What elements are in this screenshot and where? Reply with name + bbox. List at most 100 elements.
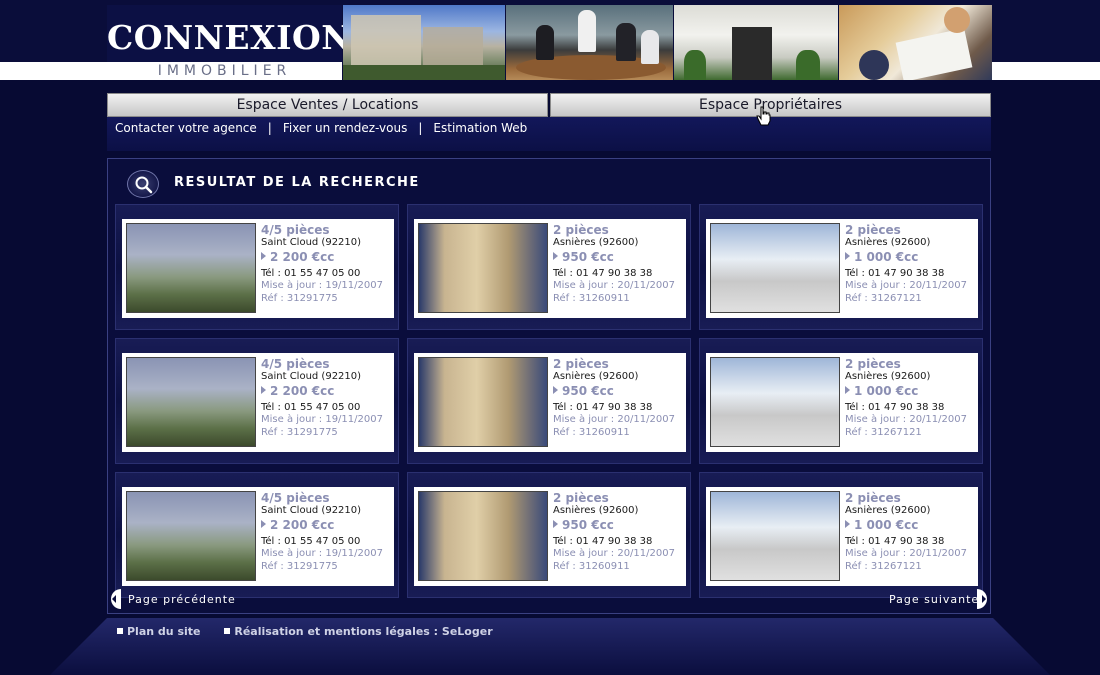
listing-city: Asnières (92600) xyxy=(845,371,931,382)
search-icon xyxy=(127,170,159,198)
listing-card[interactable]: 2 pièces Asnières (92600) 1 000 €cc Tél : 0… xyxy=(706,353,978,452)
price-arrow-icon xyxy=(845,385,850,394)
listing-price: 1 000 €cc xyxy=(845,384,975,398)
listing-card[interactable]: 2 pièces Asnières (92600) 1 000 €cc Tél : 0… xyxy=(706,487,978,586)
listing-phone: Tél : 01 55 47 05 00 xyxy=(261,535,361,547)
listing-photo[interactable] xyxy=(418,223,548,313)
listing-card[interactable]: 4/5 pièces Saint Cloud (92210) 2 200 €cc Té… xyxy=(122,353,394,452)
listing-rooms[interactable]: 4/5 pièces xyxy=(261,358,391,371)
listing-price-value: 2 200 €cc xyxy=(270,249,335,264)
price-arrow-icon xyxy=(261,251,266,260)
listing-price-value: 1 000 €cc xyxy=(854,249,919,264)
listing-phone: Tél : 01 47 90 38 38 xyxy=(845,267,945,279)
listing-card-frame: 2 pièces Asnières (92600) 1 000 €cc Tél : 0… xyxy=(699,472,983,598)
listing-city: Asnières (92600) xyxy=(553,371,639,382)
results-title: RESULTAT DE LA RECHERCHE xyxy=(174,175,420,190)
listing-photo[interactable] xyxy=(126,357,256,447)
listing-phone: Tél : 01 47 90 38 38 xyxy=(553,401,653,413)
price-arrow-icon xyxy=(553,251,558,260)
listing-price-value: 1 000 €cc xyxy=(854,383,919,398)
listing-photo[interactable] xyxy=(710,491,840,581)
listing-rooms[interactable]: 4/5 pièces xyxy=(261,492,391,505)
price-arrow-icon xyxy=(553,519,558,528)
listing-price-value: 950 €cc xyxy=(562,383,614,398)
listing-card[interactable]: 2 pièces Asnières (92600) 950 €cc Tél : 01 … xyxy=(414,219,686,318)
listing-updated: Mise à jour : 20/11/2007 xyxy=(845,280,967,291)
listing-ref: Réf : 31291775 xyxy=(261,560,338,572)
arrow-right-icon[interactable] xyxy=(977,589,991,609)
listing-updated: Mise à jour : 20/11/2007 xyxy=(845,548,967,559)
listing-price-value: 1 000 €cc xyxy=(854,517,919,532)
link-plan-du-site[interactable]: Plan du site xyxy=(127,625,201,638)
listing-updated: Mise à jour : 19/11/2007 xyxy=(261,414,383,425)
listing-details: 2 pièces Asnières (92600) 950 €cc Tél : 01 … xyxy=(553,224,683,305)
listing-details: 4/5 pièces Saint Cloud (92210) 2 200 €cc Té… xyxy=(261,224,391,305)
listing-rooms[interactable]: 2 pièces xyxy=(553,224,683,237)
listing-rooms[interactable]: 2 pièces xyxy=(845,492,975,505)
header-photo-plans xyxy=(839,5,992,80)
listing-updated: Mise à jour : 20/11/2007 xyxy=(553,280,675,291)
sub-nav-separator: | xyxy=(418,121,423,135)
listing-card[interactable]: 4/5 pièces Saint Cloud (92210) 2 200 €cc Té… xyxy=(122,487,394,586)
listing-city: Asnières (92600) xyxy=(845,505,931,516)
listing-details: 2 pièces Asnières (92600) 950 €cc Tél : 01 … xyxy=(553,492,683,573)
listing-price: 950 €cc xyxy=(553,518,683,532)
listing-details: 2 pièces Asnières (92600) 950 €cc Tél : 01 … xyxy=(553,358,683,439)
listing-price-value: 950 €cc xyxy=(562,517,614,532)
listing-details: 4/5 pièces Saint Cloud (92210) 2 200 €cc Té… xyxy=(261,492,391,573)
arrow-left-icon[interactable] xyxy=(107,589,121,609)
link-mentions-legales[interactable]: Réalisation et mentions légales : SeLoge… xyxy=(234,625,492,638)
sub-nav-separator: | xyxy=(267,121,272,135)
listing-rooms[interactable]: 2 pièces xyxy=(553,358,683,371)
listing-card[interactable]: 4/5 pièces Saint Cloud (92210) 2 200 €cc Té… xyxy=(122,219,394,318)
listing-city: Saint Cloud (92210) xyxy=(261,237,362,248)
listing-card[interactable]: 2 pièces Asnières (92600) 950 €cc Tél : 01 … xyxy=(414,487,686,586)
listing-photo[interactable] xyxy=(418,357,548,447)
listing-city: Asnières (92600) xyxy=(845,237,931,248)
tab-espace-ventes-locations[interactable]: Espace Ventes / Locations xyxy=(107,93,548,117)
listing-city: Asnières (92600) xyxy=(553,505,639,516)
listing-card-frame: 4/5 pièces Saint Cloud (92210) 2 200 €cc Té… xyxy=(115,338,399,464)
listing-photo[interactable] xyxy=(418,491,548,581)
link-estimation-web[interactable]: Estimation Web xyxy=(433,121,527,135)
listing-updated: Mise à jour : 19/11/2007 xyxy=(261,548,383,559)
listing-phone: Tél : 01 55 47 05 00 xyxy=(261,267,361,279)
listing-city: Asnières (92600) xyxy=(553,237,639,248)
listing-price-value: 2 200 €cc xyxy=(270,517,335,532)
listing-photo[interactable] xyxy=(126,491,256,581)
listing-ref: Réf : 31291775 xyxy=(261,426,338,438)
listing-phone: Tél : 01 47 90 38 38 xyxy=(553,535,653,547)
listing-rooms[interactable]: 2 pièces xyxy=(845,358,975,371)
price-arrow-icon xyxy=(845,251,850,260)
logo-subtitle: IMMOBILIER xyxy=(157,63,292,79)
main-nav: Espace Ventes / Locations Espace Proprié… xyxy=(107,93,991,117)
listing-photo[interactable] xyxy=(710,223,840,313)
listing-price-value: 950 €cc xyxy=(562,249,614,264)
bullet-icon xyxy=(117,628,123,634)
listing-updated: Mise à jour : 19/11/2007 xyxy=(261,280,383,291)
listing-rooms[interactable]: 4/5 pièces xyxy=(261,224,391,237)
link-fixer-rendez-vous[interactable]: Fixer un rendez-vous xyxy=(283,121,408,135)
listing-photo[interactable] xyxy=(126,223,256,313)
listing-phone: Tél : 01 47 90 38 38 xyxy=(553,267,653,279)
listing-rooms[interactable]: 2 pièces xyxy=(553,492,683,505)
header-photo-facade xyxy=(674,5,838,80)
logo-title[interactable]: CONNEXION xyxy=(107,18,351,58)
next-page-link[interactable]: Page suivante xyxy=(889,593,979,607)
listing-phone: Tél : 01 47 90 38 38 xyxy=(845,401,945,413)
header-white-strip-right xyxy=(992,62,1100,80)
listing-ref: Réf : 31267121 xyxy=(845,560,922,572)
listing-details: 2 pièces Asnières (92600) 1 000 €cc Tél : 0… xyxy=(845,492,975,573)
sub-nav: Contacter votre agence | Fixer un rendez-v… xyxy=(115,121,527,135)
listing-rooms[interactable]: 2 pièces xyxy=(845,224,975,237)
link-contacter-agence[interactable]: Contacter votre agence xyxy=(115,121,257,135)
listing-details: 2 pièces Asnières (92600) 1 000 €cc Tél : 0… xyxy=(845,224,975,305)
hand-cursor-icon xyxy=(756,106,771,126)
listing-phone: Tél : 01 47 90 38 38 xyxy=(845,535,945,547)
prev-page-link[interactable]: Page précédente xyxy=(128,593,236,607)
listing-price: 2 200 €cc xyxy=(261,518,391,532)
listing-card[interactable]: 2 pièces Asnières (92600) 950 €cc Tél : 01 … xyxy=(414,353,686,452)
listing-details: 4/5 pièces Saint Cloud (92210) 2 200 €cc Té… xyxy=(261,358,391,439)
listing-card[interactable]: 2 pièces Asnières (92600) 1 000 €cc Tél : 0… xyxy=(706,219,978,318)
listing-photo[interactable] xyxy=(710,357,840,447)
